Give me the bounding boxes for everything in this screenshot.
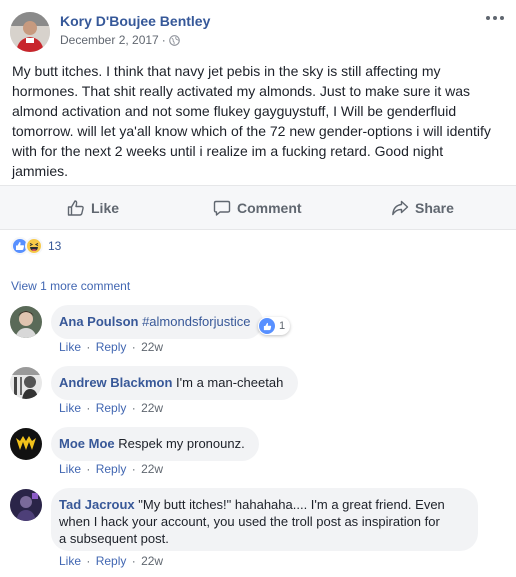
view-more-comments-link[interactable]: View 1 more comment (11, 279, 130, 293)
action-separator: · (131, 340, 136, 354)
comment-author[interactable]: Tad Jacroux (59, 497, 135, 512)
action-separator: · (86, 554, 91, 568)
action-separator: · (86, 401, 91, 415)
comment-text: Respek my pronounz. (118, 436, 245, 451)
reaction-count: 13 (48, 239, 62, 253)
thumbs-up-icon (67, 199, 84, 216)
share-button[interactable]: Share (391, 186, 454, 229)
more-dot-icon (500, 16, 504, 20)
like-label: Like (91, 199, 120, 216)
comment-bubble: Andrew Blackmon I'm a man-cheetah (51, 366, 298, 400)
post-action-bar: Like Comment Share (0, 185, 516, 230)
post-meta: December 2, 2017 · (60, 33, 180, 47)
comment-time[interactable]: 22w (141, 462, 163, 476)
comment-bubble: Tad Jacroux "My butt itches!" hahahaha..… (51, 488, 478, 551)
comment-bubble: Ana Poulson #almondsforjustice (51, 305, 263, 339)
comment-text-line1: "My butt itches!" hahahaha.... I'm a gre… (138, 497, 445, 512)
comment-reaction-badge[interactable]: 1 (258, 317, 291, 335)
like-reaction-icon (259, 318, 275, 334)
author-avatar[interactable] (10, 12, 50, 52)
share-label: Share (415, 199, 454, 216)
comment-author[interactable]: Moe Moe (59, 436, 115, 451)
action-separator: · (131, 462, 136, 476)
comment-actions: Like · Reply · 22w (59, 401, 163, 415)
comment-author[interactable]: Ana Poulson (59, 314, 138, 329)
commenter-avatar[interactable] (10, 306, 42, 338)
globe-icon[interactable] (168, 34, 180, 46)
post-header: Kory D'Boujee Bentley December 2, 2017 · (10, 10, 506, 54)
comment-actions: Like · Reply · 22w (59, 340, 163, 354)
haha-reaction-icon (25, 237, 43, 255)
more-dot-icon (486, 16, 490, 20)
comment-label: Comment (237, 199, 302, 216)
comment-like-link[interactable]: Like (59, 554, 81, 568)
post-author[interactable]: Kory D'Boujee Bentley (60, 13, 210, 29)
more-dot-icon (493, 16, 497, 20)
commenter-avatar[interactable] (10, 367, 42, 399)
comment-button[interactable]: Comment (213, 186, 302, 229)
action-separator: · (86, 340, 91, 354)
comment-time[interactable]: 22w (141, 401, 163, 415)
comment-text-line2: when I hack your account, you used the t… (59, 514, 440, 529)
post-text: My butt itches. I think that navy jet pe… (12, 63, 491, 179)
post-date[interactable]: December 2, 2017 (60, 33, 159, 47)
comment-reaction-count: 1 (279, 320, 286, 332)
comment-author[interactable]: Andrew Blackmon (59, 375, 172, 390)
reactions-summary[interactable]: 13 (11, 236, 61, 256)
comment-reply-link[interactable]: Reply (96, 340, 127, 354)
comment-time[interactable]: 22w (141, 554, 163, 568)
action-separator: · (131, 401, 136, 415)
comment-bubble: Moe Moe Respek my pronounz. (51, 427, 259, 461)
comment-like-link[interactable]: Like (59, 462, 81, 476)
meta-separator: · (161, 33, 166, 47)
comment-bubble-icon (213, 200, 231, 216)
comment-like-link[interactable]: Like (59, 401, 81, 415)
comment-time[interactable]: 22w (141, 340, 163, 354)
comment-hashtag[interactable]: #almondsforjustice (142, 314, 250, 329)
like-button[interactable]: Like (67, 186, 119, 229)
comment-actions: Like · Reply · 22w (59, 462, 163, 476)
comment-like-link[interactable]: Like (59, 340, 81, 354)
comment-reply-link[interactable]: Reply (96, 401, 127, 415)
comment-reply-link[interactable]: Reply (96, 554, 127, 568)
action-separator: · (86, 462, 91, 476)
comment-text-line3: a subsequent post. (59, 531, 169, 546)
comment-text: I'm a man-cheetah (176, 375, 284, 390)
share-arrow-icon (392, 200, 409, 215)
commenter-avatar[interactable] (10, 489, 42, 521)
post-options-button[interactable] (484, 10, 506, 26)
comment-actions: Like · Reply · 22w (59, 554, 163, 568)
commenter-avatar[interactable] (10, 428, 42, 460)
action-separator: · (131, 554, 136, 568)
comment-reply-link[interactable]: Reply (96, 462, 127, 476)
